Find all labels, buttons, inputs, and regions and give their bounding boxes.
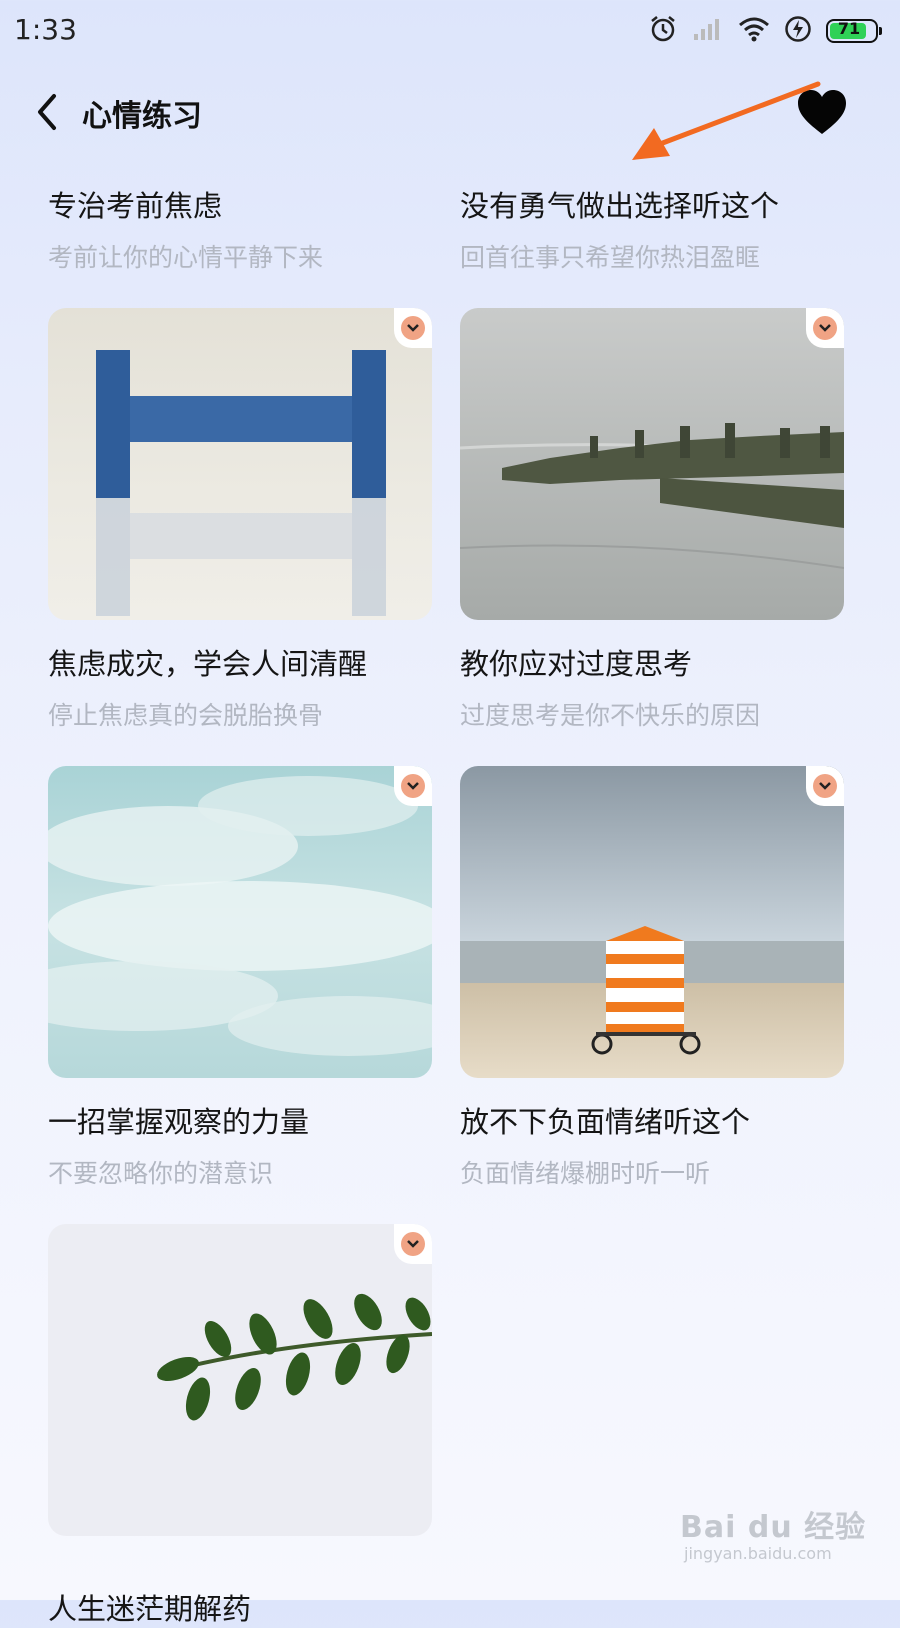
watermark-logo: Bai du 经验: [680, 1510, 867, 1545]
exercise-card[interactable]: 没有勇气做出选择听这个 回首往事只希望你热泪盈眶: [460, 0, 844, 280]
watermark-url: jingyan.baidu.com: [684, 1544, 832, 1563]
card-image: [48, 766, 432, 1078]
exercise-card[interactable]: 放不下负面情绪听这个 负面情绪爆棚时听一听: [460, 766, 844, 1196]
card-title: 人生迷茫期解药: [48, 1592, 252, 1626]
exercise-card[interactable]: 人生迷茫期解药: [48, 1224, 432, 1626]
card-image: [460, 308, 844, 620]
card-image: [48, 308, 432, 620]
card-image: [48, 1224, 432, 1536]
card-title: 放不下负面情绪听这个: [460, 1105, 751, 1139]
chevron-down-icon: [407, 782, 419, 790]
card-title: 一招掌握观察的力量: [48, 1105, 310, 1139]
badge: [806, 766, 844, 806]
card-subtitle: 负面情绪爆棚时听一听: [460, 1159, 711, 1188]
chevron-down-icon: [407, 1240, 419, 1248]
card-image: [460, 766, 844, 1078]
badge: [394, 766, 432, 806]
exercise-card[interactable]: 焦虑成灾，学会人间清醒 停止焦虑真的会脱胎换骨: [48, 308, 432, 738]
badge: [394, 1224, 432, 1264]
exercise-grid: 专治考前焦虑 考前让你的心情平静下来 没有勇气做出选择听这个 回首往事只希望你热…: [48, 0, 853, 1626]
chevron-down-icon: [819, 782, 831, 790]
exercise-card[interactable]: 教你应对过度思考 过度思考是你不快乐的原因: [460, 308, 844, 738]
card-title: 专治考前焦虑: [48, 189, 223, 223]
card-subtitle: 不要忽略你的潜意识: [48, 1159, 274, 1188]
badge: [394, 308, 432, 348]
chevron-down-icon: [819, 324, 831, 332]
exercise-card[interactable]: 专治考前焦虑 考前让你的心情平静下来: [48, 0, 432, 280]
card-subtitle: 停止焦虑真的会脱胎换骨: [48, 701, 324, 730]
card-subtitle: 回首往事只希望你热泪盈眶: [460, 243, 761, 272]
card-subtitle: 过度思考是你不快乐的原因: [460, 701, 761, 730]
chevron-down-icon: [407, 324, 419, 332]
card-title: 教你应对过度思考: [460, 647, 693, 681]
card-subtitle: 考前让你的心情平静下来: [48, 243, 324, 272]
card-title: 焦虑成灾，学会人间清醒: [48, 647, 368, 681]
badge: [806, 308, 844, 348]
card-title: 没有勇气做出选择听这个: [460, 189, 780, 223]
watermark: Bai du 经验 jingyan.baidu.com: [680, 1502, 880, 1572]
exercise-card[interactable]: 一招掌握观察的力量 不要忽略你的潜意识: [48, 766, 432, 1196]
